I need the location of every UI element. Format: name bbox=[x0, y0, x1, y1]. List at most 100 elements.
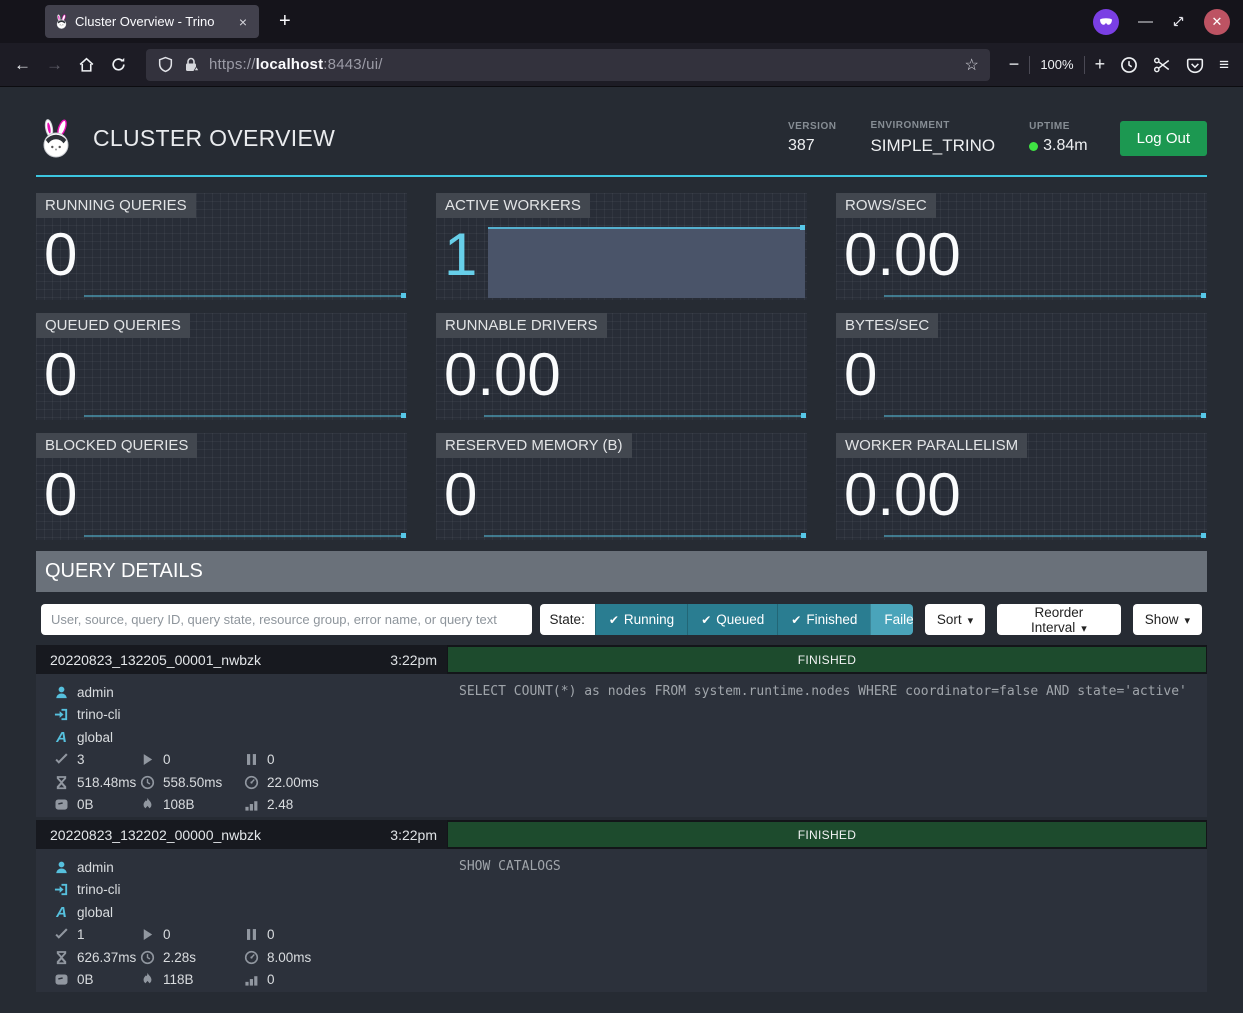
stat-value: 0.00 bbox=[836, 463, 1207, 526]
sparkline bbox=[84, 415, 404, 417]
query-header: 20220823_132205_00001_nwbzk 3:22pm bbox=[36, 645, 447, 674]
source-icon bbox=[54, 707, 69, 722]
back-button[interactable]: ← bbox=[14, 55, 31, 75]
sparkline bbox=[484, 415, 804, 417]
divider bbox=[1084, 56, 1085, 74]
query-meta: admin trino-cli Aglobal 3 0 0 518.48ms 5… bbox=[36, 674, 447, 817]
menu-hamburger-icon[interactable]: ≡ bbox=[1219, 55, 1229, 75]
sparkline bbox=[84, 295, 404, 297]
query-id-link[interactable]: 20220823_132205_00001_nwbzk bbox=[50, 652, 261, 668]
show-dropdown[interactable]: Show▾ bbox=[1133, 604, 1202, 635]
filter-queued-button[interactable]: ✔Queued bbox=[687, 604, 777, 635]
search-input[interactable] bbox=[41, 604, 532, 635]
sparkline bbox=[84, 535, 404, 537]
resource-group-icon: A bbox=[54, 904, 69, 921]
query-id-link[interactable]: 20220823_132202_00000_nwbzk bbox=[50, 827, 261, 843]
sparkline bbox=[484, 535, 804, 537]
stat-card-bytes-sec: BYTES/SEC 0 bbox=[836, 313, 1207, 420]
running-splits-icon bbox=[140, 752, 155, 767]
sort-dropdown[interactable]: Sort▾ bbox=[925, 604, 985, 635]
reload-button[interactable] bbox=[110, 56, 127, 73]
uptime-status-dot bbox=[1029, 142, 1038, 151]
wall-time-icon bbox=[54, 775, 69, 790]
private-browsing-icon bbox=[1093, 9, 1119, 35]
query-status-badge: FINISHED bbox=[448, 647, 1206, 672]
execution-time-icon bbox=[244, 950, 259, 965]
caret-down-icon: ▾ bbox=[968, 615, 974, 627]
tracking-shield-icon[interactable] bbox=[157, 56, 174, 73]
state-label: State: bbox=[540, 604, 595, 635]
filter-running-button[interactable]: ✔Running bbox=[595, 604, 687, 635]
sparkline bbox=[884, 295, 1204, 297]
query-row: 20220823_132202_00000_nwbzk 3:22pm FINIS… bbox=[36, 820, 1207, 992]
cpu-time-icon bbox=[140, 775, 155, 790]
query-filter-toolbar: State: ✔Running ✔Queued ✔Finished Failed… bbox=[36, 604, 1207, 635]
query-status-badge: FINISHED bbox=[448, 822, 1206, 847]
source-icon bbox=[54, 882, 69, 897]
logout-button[interactable]: Log Out bbox=[1120, 121, 1207, 156]
zoom-level[interactable]: 100% bbox=[1040, 57, 1073, 72]
query-header: 20220823_132202_00000_nwbzk 3:22pm bbox=[36, 820, 447, 849]
cumulative-memory-icon bbox=[140, 797, 155, 812]
stat-card-runnable-drivers: RUNNABLE DRIVERS 0.00 bbox=[436, 313, 807, 420]
query-meta: admin trino-cli Aglobal 1 0 0 626.37ms 2… bbox=[36, 849, 447, 992]
user-icon bbox=[54, 860, 69, 875]
divider bbox=[1029, 56, 1030, 74]
browser-tab[interactable]: Cluster Overview - Trino × bbox=[45, 5, 259, 38]
stat-card-reserved-memory: RESERVED MEMORY (B) 0 bbox=[436, 433, 807, 540]
query-time: 3:22pm bbox=[390, 652, 437, 668]
stat-card-queued-queries: QUEUED QUERIES 0 bbox=[36, 313, 407, 420]
filter-finished-button[interactable]: ✔Finished bbox=[777, 604, 870, 635]
query-status-track: FINISHED bbox=[447, 645, 1207, 674]
completed-splits-icon bbox=[54, 752, 69, 767]
user-icon bbox=[54, 685, 69, 700]
zoom-out-button[interactable]: − bbox=[1009, 54, 1020, 75]
query-sql-text: SELECT COUNT(*) as nodes FROM system.run… bbox=[447, 674, 1207, 817]
lock-warning-icon[interactable] bbox=[183, 56, 200, 73]
tab-close-icon[interactable]: × bbox=[236, 14, 250, 30]
window-close-button[interactable]: ✕ bbox=[1204, 9, 1230, 35]
resource-group-icon: A bbox=[54, 729, 69, 746]
filter-failed-dropdown[interactable]: Failed▾ bbox=[870, 604, 912, 635]
check-icon: ✔ bbox=[701, 613, 711, 627]
execution-time-icon bbox=[244, 775, 259, 790]
forward-button[interactable]: → bbox=[46, 55, 63, 75]
new-tab-button[interactable]: + bbox=[279, 10, 291, 33]
current-memory-icon bbox=[54, 797, 69, 812]
zoom-in-button[interactable]: + bbox=[1095, 54, 1106, 75]
trino-logo bbox=[36, 116, 76, 160]
stat-value: 0 bbox=[836, 343, 1207, 406]
current-memory-icon bbox=[54, 972, 69, 987]
window-minimize-button[interactable]: — bbox=[1138, 13, 1153, 30]
pocket-icon[interactable] bbox=[1186, 56, 1204, 74]
stat-card-rows-sec: ROWS/SEC 0.00 bbox=[836, 193, 1207, 300]
stat-card-active-workers: ACTIVE WORKERS 1 bbox=[436, 193, 807, 300]
stat-value: 0 bbox=[36, 343, 407, 406]
rows-per-sec-icon bbox=[244, 972, 259, 987]
browser-tab-bar: Cluster Overview - Trino × + — ✕ bbox=[0, 0, 1243, 43]
stat-value: 0.00 bbox=[836, 223, 1207, 286]
stat-value: 0.00 bbox=[436, 343, 807, 406]
history-clock-icon[interactable] bbox=[1120, 56, 1138, 74]
page-title: CLUSTER OVERVIEW bbox=[93, 125, 335, 152]
query-row: 20220823_132205_00001_nwbzk 3:22pm FINIS… bbox=[36, 645, 1207, 817]
queued-splits-icon bbox=[244, 927, 259, 942]
trino-favicon bbox=[54, 14, 69, 29]
cumulative-memory-icon bbox=[140, 972, 155, 987]
reorder-interval-dropdown[interactable]: Reorder Interval▾ bbox=[997, 604, 1121, 635]
caret-down-icon: ▾ bbox=[1184, 615, 1190, 627]
home-button[interactable] bbox=[78, 56, 95, 73]
wall-time-icon bbox=[54, 950, 69, 965]
url-text: https://localhost:8443/ui/ bbox=[209, 56, 383, 73]
stat-card-blocked-queries: BLOCKED QUERIES 0 bbox=[36, 433, 407, 540]
stat-value: 0 bbox=[436, 463, 807, 526]
screenshot-scissors-icon[interactable] bbox=[1153, 56, 1171, 74]
bookmark-star-icon[interactable]: ☆ bbox=[964, 55, 978, 75]
window-restore-button[interactable] bbox=[1172, 15, 1185, 28]
stat-value: 0 bbox=[36, 463, 407, 526]
query-time: 3:22pm bbox=[390, 827, 437, 843]
sparkline bbox=[884, 415, 1204, 417]
running-splits-icon bbox=[140, 927, 155, 942]
environment-meta: ENVIRONMENT SIMPLE_TRINO bbox=[870, 120, 995, 156]
url-bar[interactable]: https://localhost:8443/ui/ ☆ bbox=[146, 49, 990, 81]
